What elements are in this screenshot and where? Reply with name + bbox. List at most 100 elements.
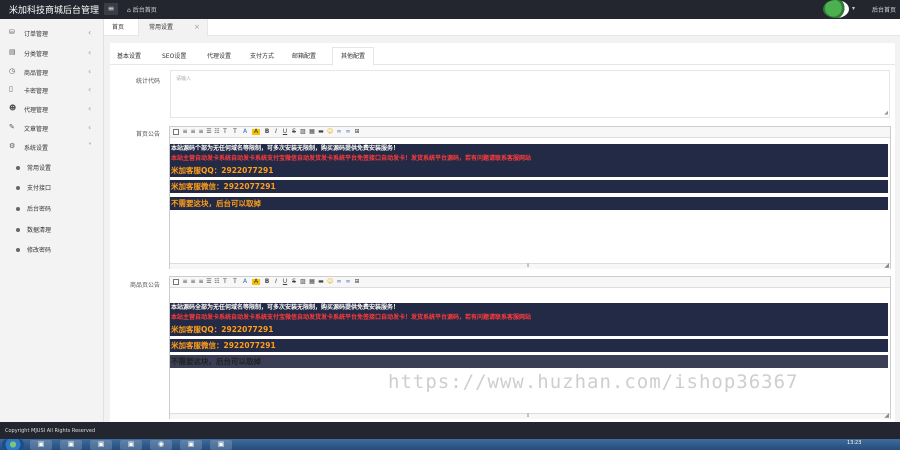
underline-icon[interactable]: U bbox=[282, 279, 288, 285]
font-size-decrease-icon[interactable]: T bbox=[232, 129, 238, 135]
chevron-down-icon[interactable]: ▾ bbox=[852, 5, 855, 12]
source-code-icon[interactable] bbox=[173, 279, 179, 285]
sidebar-subitem-admin-password[interactable]: 后台密码 bbox=[0, 198, 104, 218]
home-link-right[interactable]: 后台首页 bbox=[872, 5, 896, 14]
sidebar-item-orders[interactable]: ⛁ 订单管理 ‹ bbox=[0, 23, 104, 43]
highlight-color-icon[interactable]: A bbox=[252, 129, 260, 135]
tab-basic-settings[interactable]: 基本设置 bbox=[117, 51, 141, 60]
notice-line: 本站源码全部为无任何域名等限制，可多次安装无限制，购买源码提供免费安装服务！ bbox=[170, 303, 888, 313]
emoticon-icon[interactable]: ☺ bbox=[327, 129, 333, 135]
bullet-icon bbox=[16, 248, 20, 252]
bold-icon[interactable]: B bbox=[264, 129, 270, 135]
os-taskbar: ▣ ▣ ▣ ▣ ◉ ▣ ▣ 13:23 bbox=[0, 439, 900, 450]
link-icon[interactable]: ∞ bbox=[336, 279, 342, 285]
list-icon[interactable]: ☰ bbox=[206, 279, 212, 285]
sidebar-item-products[interactable]: ◷ 商品管理 ‹ bbox=[0, 62, 104, 82]
stats-code-textarea[interactable]: 请输入 ◢ bbox=[170, 70, 890, 118]
align-left-icon[interactable]: ≡ bbox=[182, 129, 188, 135]
sidebar-item-categories[interactable]: ▤ 分类管理 ‹ bbox=[0, 43, 104, 63]
italic-icon[interactable]: I bbox=[273, 279, 279, 285]
unlink-icon[interactable]: ∞ bbox=[345, 129, 351, 135]
font-color-icon[interactable]: A bbox=[242, 279, 248, 285]
resize-grip-icon[interactable]: ⇕ bbox=[526, 263, 530, 269]
image-icon[interactable]: ▨ bbox=[300, 129, 306, 135]
sidebar-subitem-payment[interactable]: 支付接口 bbox=[0, 177, 104, 197]
product-notice-label: 商品页公告 bbox=[129, 282, 160, 289]
editor-statusbar: ⇕ ◢ bbox=[170, 412, 890, 419]
sidebar-item-cards[interactable]: ▯ 卡密管理 ‹ bbox=[0, 80, 104, 100]
font-size-increase-icon[interactable]: T bbox=[222, 279, 228, 285]
copyright-text: Copyright MJUSI All Rights Reserved bbox=[5, 428, 96, 434]
list-ordered-icon[interactable]: ☷ bbox=[214, 129, 220, 135]
editor-content[interactable]: 本站源码个部为无任何域名等限制，可多次安装无限制，购买源码提供免费安装服务！ 本… bbox=[170, 138, 890, 263]
tab-home[interactable]: 首页 bbox=[112, 19, 124, 36]
tab-other-config[interactable]: 其他配置 bbox=[332, 47, 374, 66]
database-icon: ⛁ bbox=[9, 28, 15, 36]
home-notice-label: 首页公告 bbox=[135, 131, 160, 138]
table-icon[interactable]: ▦ bbox=[309, 129, 315, 135]
taskbar-app-icon[interactable]: ▣ bbox=[120, 440, 142, 450]
image-icon[interactable]: ▨ bbox=[300, 279, 306, 285]
source-code-icon[interactable] bbox=[173, 129, 179, 135]
notice-line: 米加客服QQ：2922077291 bbox=[170, 323, 888, 336]
start-button-icon[interactable] bbox=[2, 439, 24, 450]
tab-agent-settings[interactable]: 代理设置 bbox=[207, 51, 231, 60]
taskbar-app-icon[interactable]: ▣ bbox=[60, 440, 82, 450]
sidebar-item-label: 卡密管理 bbox=[24, 88, 49, 95]
sidebar-item-label: 订单管理 bbox=[24, 31, 49, 38]
font-size-increase-icon[interactable]: T bbox=[222, 129, 228, 135]
link-icon[interactable]: ∞ bbox=[336, 129, 342, 135]
menu-toggle-icon[interactable]: ≡ bbox=[104, 3, 118, 15]
bold-icon[interactable]: B bbox=[264, 279, 270, 285]
sidebar-item-articles[interactable]: ✎ 文章管理 ‹ bbox=[0, 118, 104, 138]
font-size-decrease-icon[interactable]: T bbox=[232, 279, 238, 285]
watermark-text: https://www.huzhan.com/ishop36367 bbox=[388, 371, 799, 393]
font-color-icon[interactable]: A bbox=[242, 129, 248, 135]
back-to-home-link[interactable]: ⌂ 后台首页 bbox=[127, 5, 157, 14]
fullscreen-icon[interactable]: ⊞ bbox=[354, 129, 360, 135]
browser-icon[interactable]: ◉ bbox=[150, 440, 172, 450]
italic-icon[interactable]: I bbox=[273, 129, 279, 135]
align-right-icon[interactable]: ≡ bbox=[198, 279, 204, 285]
resize-handle-icon[interactable]: ◢ bbox=[884, 110, 888, 116]
table-icon[interactable]: ▦ bbox=[309, 279, 315, 285]
sidebar-item-system-settings[interactable]: ⚙ 系统设置 ˅ bbox=[0, 137, 104, 157]
strikethrough-icon[interactable]: S bbox=[291, 279, 297, 285]
resize-corner-icon[interactable]: ◢ bbox=[884, 412, 889, 419]
highlight-color-icon[interactable]: A bbox=[252, 279, 260, 285]
sidebar-item-label: 分类管理 bbox=[24, 51, 49, 58]
tab-seo-settings[interactable]: SEO设置 bbox=[162, 51, 186, 60]
close-icon[interactable]: × bbox=[194, 19, 200, 36]
hr-icon[interactable]: ▬ bbox=[318, 279, 324, 285]
editor-content[interactable]: 本站源码全部为无任何域名等限制，可多次安装无限制，购买源码提供免费安装服务！ 本… bbox=[170, 288, 890, 413]
emoticon-icon[interactable]: ☺ bbox=[327, 279, 333, 285]
tab-common-settings[interactable]: 常用设置 × bbox=[138, 19, 208, 36]
tab-payment-methods[interactable]: 支付方式 bbox=[250, 51, 274, 60]
unlink-icon[interactable]: ∞ bbox=[345, 279, 351, 285]
list-ordered-icon[interactable]: ☷ bbox=[214, 279, 220, 285]
strikethrough-icon[interactable]: S bbox=[291, 129, 297, 135]
fullscreen-icon[interactable]: ⊞ bbox=[354, 279, 360, 285]
underline-icon[interactable]: U bbox=[282, 129, 288, 135]
tab-email-config[interactable]: 邮箱配置 bbox=[292, 51, 316, 60]
bullet-icon bbox=[16, 207, 20, 211]
taskbar-app-icon[interactable]: ▣ bbox=[90, 440, 112, 450]
sidebar-item-agents[interactable]: ☻ 代理管理 ‹ bbox=[0, 99, 104, 119]
tab-label: 常用设置 bbox=[149, 24, 174, 31]
taskbar-app-icon[interactable]: ▣ bbox=[180, 440, 202, 450]
align-right-icon[interactable]: ≡ bbox=[198, 129, 204, 135]
sidebar-subitem-change-password[interactable]: 修改密码 bbox=[0, 239, 104, 259]
sidebar-subitem-common-settings[interactable]: 常用设置 bbox=[0, 157, 104, 177]
avatar[interactable] bbox=[823, 0, 849, 18]
taskbar-app-icon[interactable]: ▣ bbox=[30, 440, 52, 450]
hr-icon[interactable]: ▬ bbox=[318, 129, 324, 135]
resize-corner-icon[interactable]: ◢ bbox=[884, 262, 889, 269]
list-icon[interactable]: ☰ bbox=[206, 129, 212, 135]
align-center-icon[interactable]: ≡ bbox=[190, 279, 196, 285]
sidebar-subitem-data-cleanup[interactable]: 数据清理 bbox=[0, 219, 104, 239]
notice-line: 米加客服QQ：2922077291 bbox=[170, 164, 888, 177]
resize-grip-icon[interactable]: ⇕ bbox=[526, 413, 530, 419]
align-left-icon[interactable]: ≡ bbox=[182, 279, 188, 285]
align-center-icon[interactable]: ≡ bbox=[190, 129, 196, 135]
taskbar-app-icon[interactable]: ▣ bbox=[210, 440, 232, 450]
